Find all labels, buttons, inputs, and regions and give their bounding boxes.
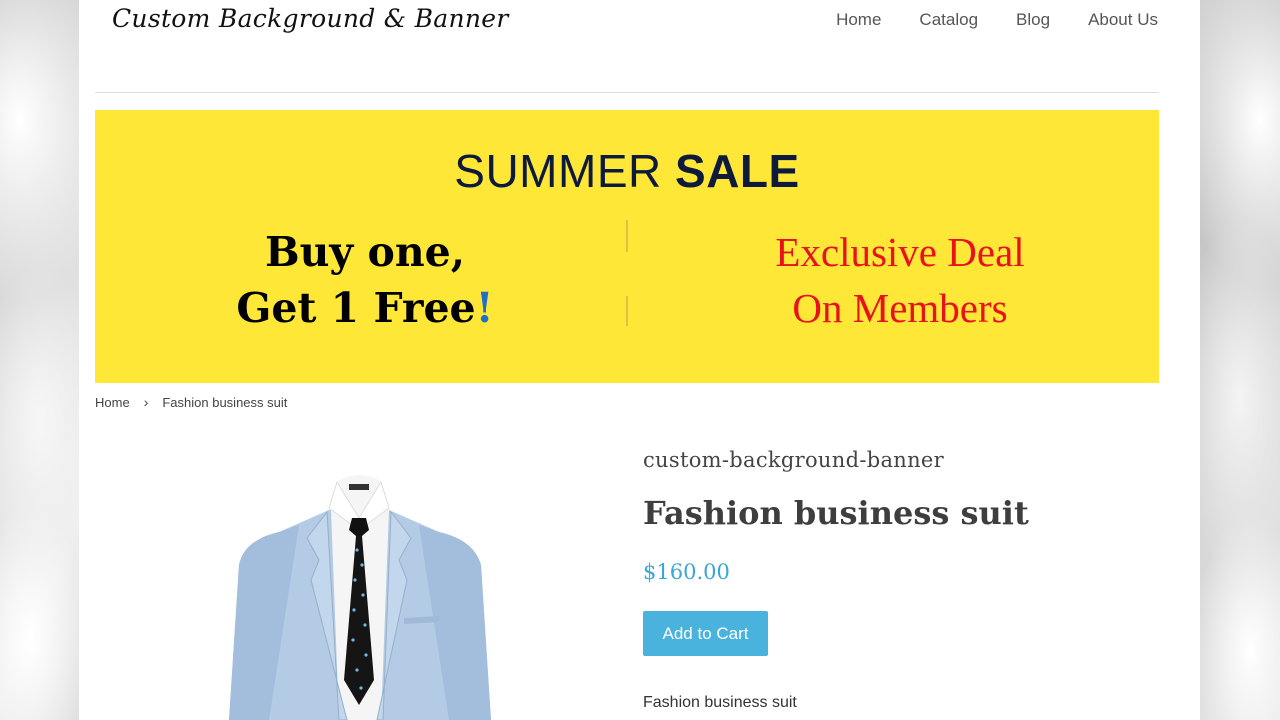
header-divider xyxy=(95,92,1159,93)
banner-headline: SUMMER SALE xyxy=(95,144,1159,198)
promo-banner[interactable]: SUMMER SALE Buy one, Get 1 Free! Exclusi… xyxy=(95,110,1159,383)
product-vendor[interactable]: custom-background-banner xyxy=(643,448,944,472)
nav-home[interactable]: Home xyxy=(836,10,881,30)
banner-headline-light: SUMMER xyxy=(454,145,676,197)
members-line-1: Exclusive Deal xyxy=(775,229,1025,275)
nav-blog[interactable]: Blog xyxy=(1016,10,1050,30)
nav-catalog[interactable]: Catalog xyxy=(919,10,978,30)
breadcrumb-home[interactable]: Home xyxy=(95,395,130,410)
breadcrumb-current: Fashion business suit xyxy=(162,394,288,410)
add-to-cart-button[interactable]: Add to Cart xyxy=(643,611,768,656)
site-logo[interactable]: Custom Background & Banner xyxy=(112,4,509,33)
offer-line-2: Get 1 Free! xyxy=(195,280,535,336)
banner-divider-bottom xyxy=(626,296,628,326)
product-price: $160.00 xyxy=(643,560,730,584)
breadcrumb: Home › Fashion business suit xyxy=(95,394,287,410)
banner-divider-top xyxy=(626,220,628,252)
suit-jacket-image[interactable] xyxy=(199,470,519,720)
product-title: Fashion business suit xyxy=(643,494,1029,532)
members-line-2: On Members xyxy=(792,285,1008,331)
offer-exclamation: ! xyxy=(475,284,494,332)
offer-line-1: Buy one, xyxy=(264,228,466,276)
page-container: Custom Background & Banner Home Catalog … xyxy=(79,0,1200,720)
banner-offer-left: Buy one, Get 1 Free! xyxy=(195,224,535,336)
banner-offer-right: Exclusive Deal On Members xyxy=(695,224,1105,336)
chevron-right-icon: › xyxy=(143,394,149,410)
main-nav: Home Catalog Blog About Us xyxy=(836,10,1158,30)
banner-headline-bold: SALE xyxy=(675,145,800,197)
product-description: Fashion business suit xyxy=(643,694,797,711)
offer-line-2-text: Get 1 Free xyxy=(236,284,476,332)
nav-about-us[interactable]: About Us xyxy=(1088,10,1158,30)
